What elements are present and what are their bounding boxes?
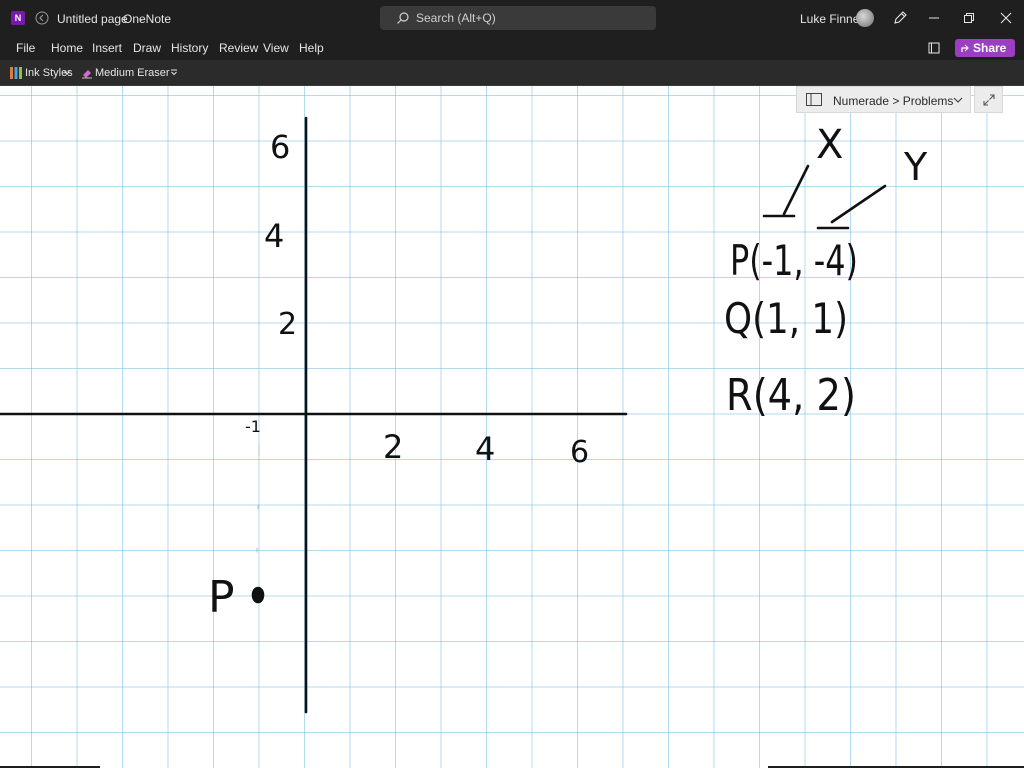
- x-annotation: X: [816, 122, 843, 168]
- ink-layer: 6 4 2 2 4 6 -1 P X Y P(-1, -4) Q(1, 1) R…: [0, 116, 928, 714]
- x-tick-4: 4: [475, 430, 495, 468]
- x-tick-2: 2: [383, 428, 403, 466]
- point-p-dot: [251, 586, 265, 604]
- point-r-coords: R(4, 2): [726, 370, 856, 421]
- y-pointer-stroke: [830, 184, 887, 224]
- y-tick-4: 4: [264, 217, 284, 255]
- y-tick-2: 2: [278, 307, 297, 342]
- point-p-coords: P(-1, -4): [730, 236, 858, 285]
- neg-tick: -1: [245, 417, 261, 436]
- y-tick-6: 6: [270, 128, 290, 166]
- x-tick-6: 6: [570, 435, 589, 470]
- y-annotation: Y: [903, 145, 928, 189]
- point-p-label: P: [208, 572, 235, 623]
- x-pointer-stroke: [782, 164, 810, 216]
- point-q-coords: Q(1, 1): [724, 294, 848, 343]
